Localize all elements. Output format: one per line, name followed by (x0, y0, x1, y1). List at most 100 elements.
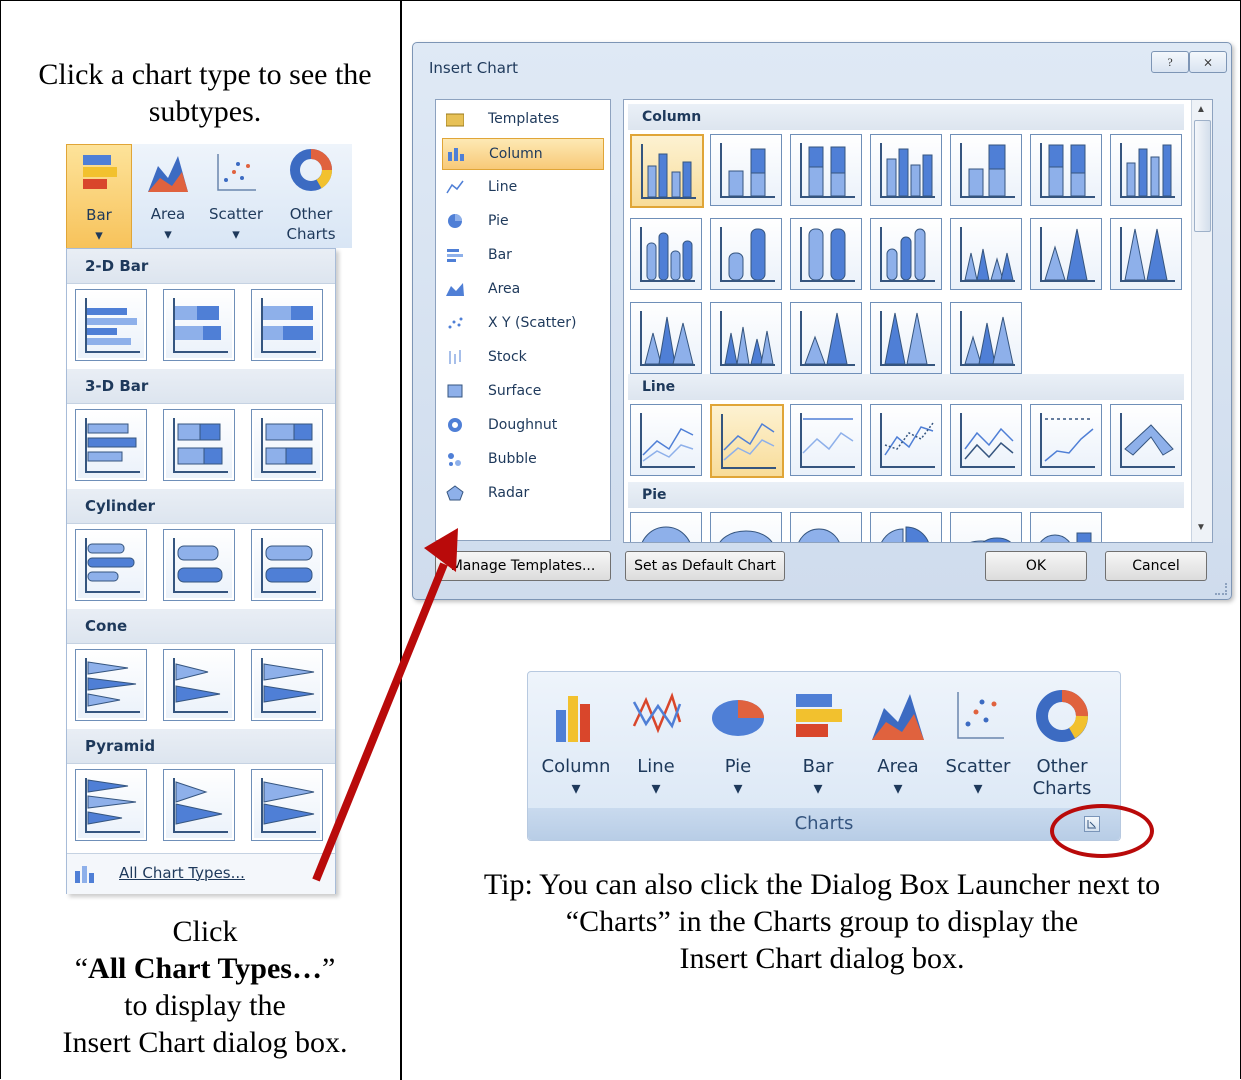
percent-cone-icon (261, 658, 316, 713)
3d-exploded-pie-icon (970, 537, 1012, 542)
3d-pie-icon (719, 530, 773, 542)
all-chart-types-link[interactable]: All Chart Types... (119, 864, 245, 882)
100-stacked-cone-option[interactable] (251, 649, 323, 721)
category-area[interactable]: Area (442, 274, 602, 304)
clustered-column-icon (641, 144, 696, 199)
other-charts-button[interactable]: Other Charts (272, 144, 350, 248)
clustered-cone-option[interactable] (75, 649, 147, 721)
scatter-button-ribbon[interactable]: Scatter ▾ (940, 686, 1016, 799)
100-stacked-cylinder-column-option[interactable] (790, 218, 862, 290)
exploded-pie-icon (881, 526, 929, 542)
doughnut-chart-icon (448, 418, 462, 432)
stacked-column-option[interactable] (710, 134, 782, 206)
column-divider (400, 0, 402, 1080)
stacked-pyramid-option[interactable] (163, 769, 235, 841)
stacked-line-markers-option[interactable] (950, 404, 1022, 476)
category-column[interactable]: Column (442, 138, 604, 170)
3d-column-option[interactable] (1110, 134, 1182, 206)
clustered-pyramid-option[interactable] (75, 769, 147, 841)
gallery-scrollbar[interactable]: ▲ ▼ (1191, 100, 1212, 542)
pie-of-pie-option[interactable] (790, 512, 862, 542)
scroll-up-arrow[interactable]: ▲ (1196, 104, 1206, 115)
manage-templates-button[interactable]: Manage Templates... (435, 551, 611, 581)
stacked-line-option[interactable] (710, 404, 784, 478)
stacked-cone-column-option[interactable] (1030, 218, 1102, 290)
clustered-cone-column-option[interactable] (950, 218, 1022, 290)
line-option[interactable] (630, 404, 702, 476)
other-charts-button-ribbon[interactable]: Other Charts (1020, 686, 1104, 799)
stacked-pyramid-icon (173, 778, 228, 833)
category-bubble[interactable]: Bubble (442, 444, 602, 474)
category-scatter[interactable]: X Y (Scatter) (442, 308, 602, 338)
ok-button[interactable]: OK (985, 551, 1087, 581)
category-stock[interactable]: Stock (442, 342, 602, 372)
100-stacked-line-markers-option[interactable] (1030, 404, 1102, 476)
area-button[interactable]: Area ▾ (136, 144, 200, 248)
category-radar[interactable]: Radar (442, 478, 602, 508)
surface-chart-icon (447, 384, 463, 398)
3d-exploded-pie-option[interactable] (950, 512, 1022, 542)
clustered-column-option[interactable] (630, 134, 704, 208)
scroll-thumb[interactable] (1194, 120, 1211, 232)
area-button-ribbon[interactable]: Area ▾ (860, 686, 936, 799)
category-doughnut[interactable]: Doughnut (442, 410, 602, 440)
area-chart-icon (872, 694, 924, 740)
bar-button-ribbon[interactable]: Bar ▾ (780, 686, 856, 799)
100-stacked-pyramid-option[interactable] (251, 769, 323, 841)
category-surface[interactable]: Surface (442, 376, 602, 406)
area-button-ribbon-label: Area ▾ (877, 756, 919, 799)
clustered-cylinder-option[interactable] (75, 529, 147, 601)
3d-pie-option[interactable] (710, 512, 782, 542)
line-markers-option[interactable] (870, 404, 942, 476)
column-button[interactable]: Column ▾ (538, 686, 614, 799)
resize-grip[interactable] (1215, 583, 1227, 595)
scatter-button[interactable]: Scatter ▾ (204, 144, 268, 248)
section-cone: Cone (67, 609, 335, 644)
close-button[interactable]: ⨯ (1189, 51, 1227, 73)
3d-depth-column-icon (1120, 143, 1175, 198)
scroll-down-arrow[interactable]: ▼ (1196, 522, 1206, 533)
clustered-pyramid-column-option[interactable] (710, 302, 782, 374)
stacked-cylinder-option[interactable] (163, 529, 235, 601)
bar-of-pie-option[interactable] (1030, 512, 1102, 542)
3d-stacked-column-option[interactable] (950, 134, 1022, 206)
pie-option[interactable] (630, 512, 702, 542)
all-chart-types-row[interactable]: All Chart Types... (67, 853, 335, 894)
line-chart-icon (632, 692, 682, 734)
tip-line1: Tip: You can also click the Dialog Box L… (483, 868, 1161, 901)
3d-cylinder-column-option[interactable] (870, 218, 942, 290)
set-default-chart-button[interactable]: Set as Default Chart (625, 551, 785, 581)
3d-pyramid-column-option[interactable] (950, 302, 1022, 374)
100-stacked-column-option[interactable] (790, 134, 862, 206)
3d-100-stacked-bar-option[interactable] (251, 409, 323, 481)
100-stacked-cylinder-option[interactable] (251, 529, 323, 601)
100-stacked-line-option[interactable] (790, 404, 862, 476)
3d-cone-column-option[interactable] (630, 302, 702, 374)
clustered-bar-option[interactable] (75, 289, 147, 361)
bar-button[interactable]: Bar ▾ (66, 144, 132, 250)
stacked-cone-option[interactable] (163, 649, 235, 721)
3d-clustered-column-option[interactable] (870, 134, 942, 206)
pie-button[interactable]: Pie ▾ (700, 686, 776, 799)
3d-stacked-bar-option[interactable] (163, 409, 235, 481)
section-2d-bar: 2-D Bar (67, 249, 335, 284)
category-pie[interactable]: Pie (442, 206, 602, 236)
caption-top: Click a chart type to see the subtypes. (38, 58, 372, 128)
100-stacked-pyramid-column-option[interactable] (870, 302, 942, 374)
clustered-cylinder-column-option[interactable] (630, 218, 702, 290)
category-bar[interactable]: Bar (442, 240, 602, 270)
exploded-pie-option[interactable] (870, 512, 942, 542)
100-stacked-bar-option[interactable] (251, 289, 323, 361)
100-stacked-cone-column-option[interactable] (1110, 218, 1182, 290)
line-button[interactable]: Line ▾ (618, 686, 694, 799)
help-button[interactable]: ? (1151, 51, 1189, 73)
stacked-bar-option[interactable] (163, 289, 235, 361)
category-templates[interactable]: Templates (442, 104, 602, 134)
3d-line-option[interactable] (1110, 404, 1182, 476)
category-line[interactable]: Line (442, 172, 602, 202)
3d-100-stacked-column-option[interactable] (1030, 134, 1102, 206)
3d-clustered-bar-option[interactable] (75, 409, 147, 481)
cancel-button[interactable]: Cancel (1105, 551, 1207, 581)
stacked-cylinder-column-option[interactable] (710, 218, 782, 290)
stacked-pyramid-column-option[interactable] (790, 302, 862, 374)
